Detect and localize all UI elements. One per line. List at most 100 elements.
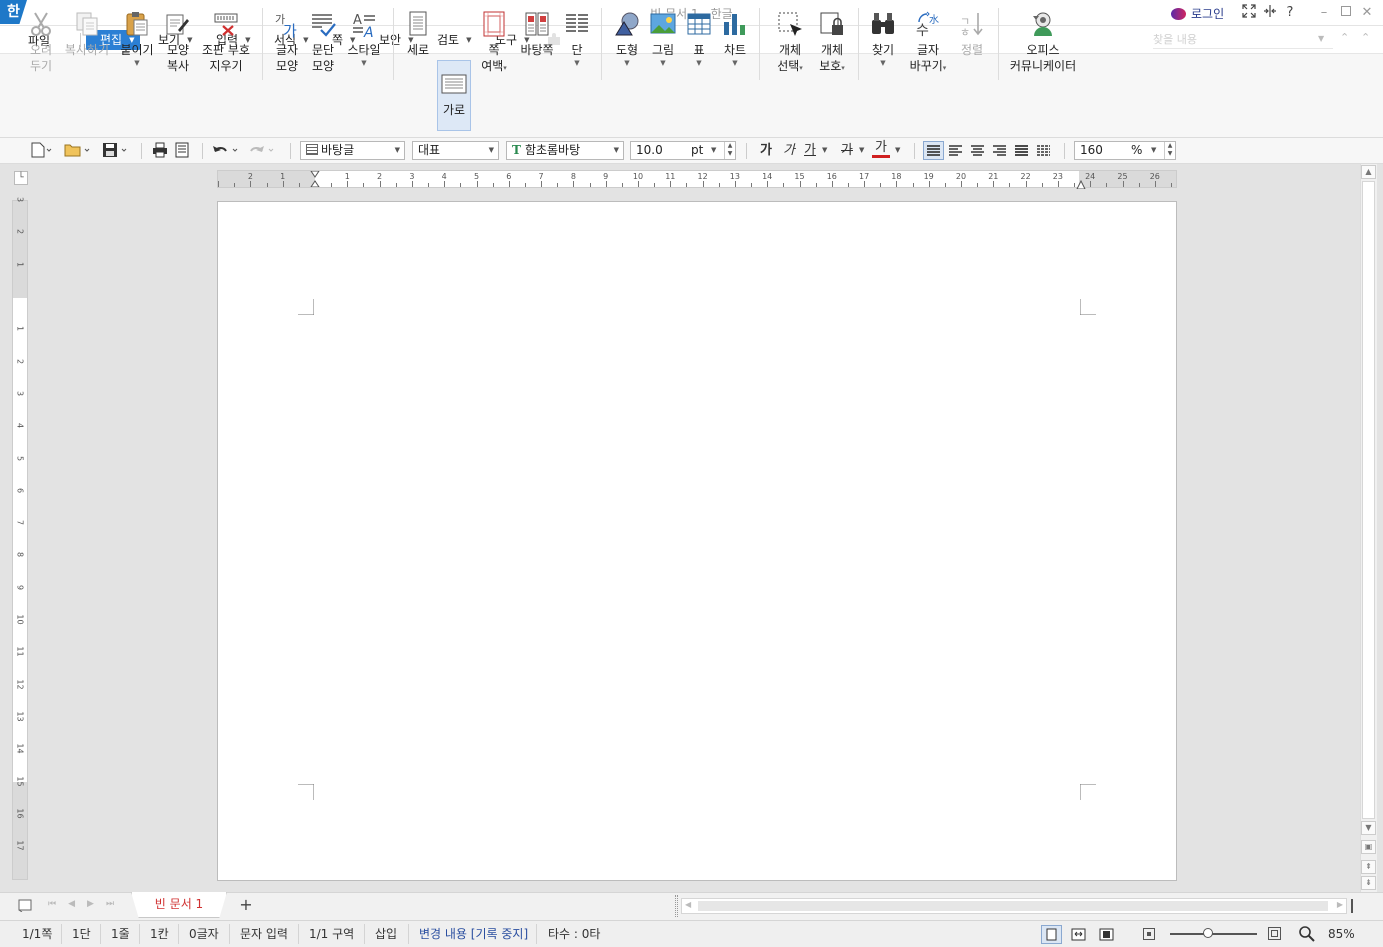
language-select[interactable]: 대표 ▼ [412,141,499,160]
horizontal-ruler[interactable]: 2 1 1 2 3 4 5 6 7 8 9 10 11 12 13 14 15 16 17 18 19 20 21 22 23 2… [217,170,1177,190]
scroll-down-button[interactable]: ▼ [1361,821,1376,835]
align-justify-button[interactable] [923,141,944,160]
table-button[interactable]: 표 ▼ [683,10,715,82]
scroll-thumb[interactable] [1362,181,1375,819]
menu-review[interactable]: 검토 ▼ [437,30,471,50]
status-mode[interactable]: 문자 입력 [240,926,288,942]
find-button[interactable]: 찾기 ▼ [866,10,900,82]
copy-button[interactable]: 복사하기 [62,10,112,82]
print-button[interactable] [150,142,170,160]
style-button[interactable]: AA 스타일 ▼ [344,10,384,82]
status-section: 1/1 구역 [309,927,355,941]
scroll-left-icon[interactable]: ◀ [685,900,691,909]
char-shape-button[interactable]: 가가 글자 모양 [269,10,305,82]
tab-document-1[interactable]: 빈 문서 1 [131,892,227,918]
clear-code-button[interactable]: 조판 부호 지우기 [199,10,253,82]
italic-button[interactable]: 가 [780,142,798,160]
split-view-icon[interactable] [1261,4,1279,22]
status-track-changes[interactable]: 변경 내용 [기록 중지] [419,926,528,942]
status-zoom-level[interactable]: 85% [1328,926,1355,942]
align-distribute-button[interactable] [1012,142,1031,159]
object-protect-button[interactable]: 개체 보호▾ [812,10,852,82]
sort-button[interactable]: ㄱㅎ 정렬 [955,10,989,82]
cut-button[interactable]: 오려 두기 [22,10,60,82]
ruler-indent-marker[interactable] [310,170,320,188]
zoom-in-icon[interactable] [1268,927,1281,940]
landscape-button[interactable]: 가로 [437,60,471,131]
chart-button[interactable]: 차트 ▼ [719,10,751,82]
font-size-stepper[interactable]: ▲ ▼ [724,142,735,159]
normal-view-button[interactable] [1041,925,1062,944]
replace-label-2: 바꾸기▾ [909,59,947,73]
font-select[interactable]: T 함초롬바탕 ▼ [506,141,624,160]
underline-dropdown-icon[interactable]: ▼ [822,146,827,154]
print-preview-button[interactable] [172,142,192,160]
help-icon[interactable]: ? [1281,4,1299,22]
zoom-slider-track[interactable] [1170,933,1257,935]
font-color-dropdown-icon[interactable]: ▼ [895,146,900,154]
align-right-button[interactable] [990,142,1009,159]
fullscreen-icon[interactable] [1240,4,1258,22]
fit-page-button[interactable] [1097,926,1116,943]
columns-button[interactable]: 단 ▼ [561,10,593,82]
hscroll-thumb[interactable] [698,901,1328,911]
document-page[interactable] [217,201,1177,881]
paste-button[interactable]: 붙이기 ▼ [117,10,157,82]
minimize-icon[interactable]: – [1315,4,1333,22]
vertical-ruler[interactable]: 3 2 1 1 2 3 4 5 6 7 8 9 10 11 12 13 14 15 16 17 [12,197,28,880]
align-left-button[interactable] [946,142,965,159]
page-margin-button[interactable]: 쪽 여백▾ [476,10,512,82]
font-color-button[interactable]: 가 [872,140,890,158]
find-dropdown-icon[interactable]: ▼ [1318,34,1324,43]
close-icon[interactable]: ✕ [1358,4,1376,22]
shape-button[interactable]: 도형 ▼ [609,10,645,82]
underline-button[interactable]: 가 [800,142,820,160]
strikethrough-button[interactable]: 가 [837,142,857,160]
zoom-slider-handle[interactable] [1203,928,1213,938]
find-input[interactable]: 찾을 내용 [1153,30,1333,49]
undo-button[interactable] [210,142,242,160]
para-shape-label-1: 문단 [311,43,335,57]
tab-navigation-icons[interactable]: ⏮◀▶⏭ [48,899,126,909]
style-select[interactable]: 바탕글 ▼ [300,141,405,160]
open-button[interactable] [62,142,92,160]
bold-button[interactable]: 가 [757,142,775,160]
scroll-right-icon[interactable]: ▶ [1337,900,1343,909]
font-size-input[interactable]: 10.0 pt ▼ ▲ ▼ [630,141,736,160]
fit-width-button[interactable] [1069,926,1088,943]
redo-button[interactable] [246,142,278,160]
status-insert-mode[interactable]: 삽입 [375,926,397,942]
office-communicator-button[interactable]: 오피스 커뮤니케이터 [1006,10,1080,82]
ruler-label: 1 [15,261,25,267]
ruler-tab-selector[interactable]: └ [14,171,28,185]
new-doc-button[interactable] [27,142,55,160]
picture-button[interactable]: 그림 ▼ [645,10,681,82]
login-button[interactable]: 로그인 [1171,5,1224,22]
strikethrough-dropdown-icon[interactable]: ▼ [859,146,864,154]
tab-list-icon[interactable] [18,899,32,913]
master-page-button[interactable]: 바탕쪽 [517,10,557,82]
next-page-button[interactable]: ⇟ [1361,876,1376,890]
zoom-out-icon[interactable] [1143,928,1155,940]
horizontal-scrollbar[interactable]: ◀ ▶ [681,898,1347,914]
ribbon-collapse-icon[interactable]: ⌃ [1361,31,1370,44]
portrait-button[interactable]: 세로 [401,10,435,82]
prev-page-button[interactable]: ⇞ [1361,860,1376,874]
page-view-button[interactable]: ▣ [1361,840,1376,854]
zoom-input[interactable]: 160 % ▼ ▲ ▼ [1074,141,1176,160]
align-center-button[interactable] [968,142,987,159]
magnifier-icon[interactable] [1298,925,1316,943]
save-button[interactable] [100,142,130,160]
ruler-right-indent-marker[interactable] [1076,178,1086,190]
align-split-button[interactable] [1034,142,1053,159]
scroll-up-button[interactable]: ▲ [1361,165,1376,179]
format-copy-button[interactable]: 모양 복사 [160,10,196,82]
find-prev-icon[interactable]: ⌃ [1340,31,1349,44]
add-tab-button[interactable]: + [233,894,259,916]
object-select-button[interactable]: 개체 선택▾ [770,10,810,82]
zoom-stepper[interactable]: ▲ ▼ [1164,142,1175,159]
replace-button[interactable]: 수水 글자 바꾸기▾ [905,10,951,82]
para-shape-button[interactable]: 문단 모양 [305,10,341,82]
maximize-icon[interactable] [1337,4,1355,22]
tab-splitter[interactable] [675,895,678,917]
